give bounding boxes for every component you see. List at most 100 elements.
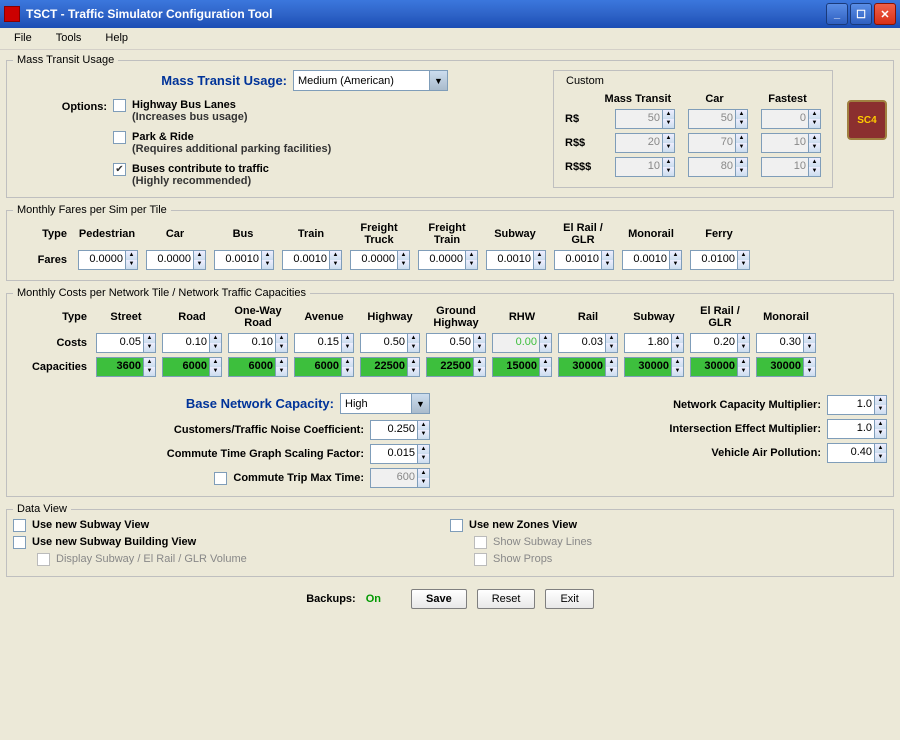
fare-spinner[interactable]: 0.0010▲▼: [622, 250, 682, 270]
fare-spinner[interactable]: 0.0000▲▼: [418, 250, 478, 270]
capacity-spinner[interactable]: 30000▲▼: [690, 357, 750, 377]
fare-spinner[interactable]: 0.0000▲▼: [350, 250, 410, 270]
network-group: Monthly Costs per Network Tile / Network…: [6, 287, 894, 497]
reset-button[interactable]: Reset: [477, 589, 536, 609]
cost-spinner[interactable]: 0.03▲▼: [558, 333, 618, 353]
buses-traffic-label: Buses contribute to traffic: [132, 163, 269, 175]
cost-spinner[interactable]: 0.05▲▼: [96, 333, 156, 353]
data-view-legend: Data View: [13, 503, 71, 515]
fares-col-hdr: Freight Truck: [345, 220, 413, 248]
data-view-group: Data View Use new Subway View Use new Su…: [6, 503, 894, 577]
cost-spinner[interactable]: 0.10▲▼: [228, 333, 288, 353]
fare-spinner[interactable]: 0.0010▲▼: [486, 250, 546, 270]
options-label: Options:: [13, 99, 113, 113]
cost-spinner[interactable]: 0.15▲▼: [294, 333, 354, 353]
menu-tools[interactable]: Tools: [50, 31, 88, 46]
checkbox-show-props: [474, 553, 487, 566]
mass-transit-group: Mass Transit Usage Mass Transit Usage: M…: [6, 54, 894, 198]
custom-r2c2[interactable]: 70▲▼: [688, 133, 748, 153]
menubar: File Tools Help: [0, 28, 900, 50]
cost-spinner[interactable]: 0.30▲▼: [756, 333, 816, 353]
fares-col-hdr: El Rail / GLR: [549, 220, 617, 248]
custom-r3c3[interactable]: 10▲▼: [761, 157, 821, 177]
cost-spinner[interactable]: 1.80▲▼: [624, 333, 684, 353]
mass-transit-label: Mass Transit Usage:: [13, 73, 293, 88]
custom-r3c2[interactable]: 80▲▼: [688, 157, 748, 177]
capacity-spinner[interactable]: 22500▲▼: [426, 357, 486, 377]
backups-label: Backups:: [306, 593, 356, 605]
net-col-hdr: El Rail / GLR: [687, 303, 753, 331]
net-col-hdr: One-Way Road: [225, 303, 291, 331]
int-mult-spinner[interactable]: 1.0▲▼: [827, 419, 887, 439]
trip-max-spinner[interactable]: 600▲▼: [370, 468, 430, 488]
capacity-spinner[interactable]: 30000▲▼: [558, 357, 618, 377]
fares-col-hdr: Bus: [209, 220, 277, 248]
capacity-spinner[interactable]: 30000▲▼: [624, 357, 684, 377]
custom-r3c1[interactable]: 10▲▼: [615, 157, 675, 177]
capacity-spinner[interactable]: 30000▲▼: [756, 357, 816, 377]
mass-transit-select[interactable]: Medium (American) ▼: [293, 70, 448, 91]
custom-group: Custom Mass Transit Car Fastest R$ 50▲▼ …: [553, 70, 833, 188]
custom-r2c1[interactable]: 20▲▼: [615, 133, 675, 153]
pollution-spinner[interactable]: 0.40▲▼: [827, 443, 887, 463]
fares-col-hdr: Train: [277, 220, 345, 248]
capacity-spinner[interactable]: 22500▲▼: [360, 357, 420, 377]
net-col-hdr: Avenue: [291, 303, 357, 331]
fares-col-hdr: Monorail: [617, 220, 685, 248]
fares-group: Monthly Fares per Sim per Tile TypePedes…: [6, 204, 894, 281]
capacity-spinner[interactable]: 6000▲▼: [228, 357, 288, 377]
maximize-button[interactable]: ☐: [850, 3, 872, 25]
fare-spinner[interactable]: 0.0010▲▼: [282, 250, 342, 270]
fare-spinner[interactable]: 0.0000▲▼: [146, 250, 206, 270]
checkbox-trip-max[interactable]: [214, 472, 227, 485]
cost-spinner[interactable]: 0.20▲▼: [690, 333, 750, 353]
sc4-logo-icon: SC4: [847, 100, 887, 140]
fare-spinner[interactable]: 0.0010▲▼: [554, 250, 614, 270]
net-col-hdr: RHW: [489, 303, 555, 331]
net-col-hdr: Ground Highway: [423, 303, 489, 331]
capacity-spinner[interactable]: 6000▲▼: [294, 357, 354, 377]
fare-spinner[interactable]: 0.0000▲▼: [78, 250, 138, 270]
base-cap-select[interactable]: High ▼: [340, 393, 430, 414]
capacity-spinner[interactable]: 6000▲▼: [162, 357, 222, 377]
cost-spinner[interactable]: 0.10▲▼: [162, 333, 222, 353]
mass-transit-legend: Mass Transit Usage: [13, 54, 118, 66]
net-col-hdr: Subway: [621, 303, 687, 331]
net-col-hdr: Monorail: [753, 303, 819, 331]
cap-mult-spinner[interactable]: 1.0▲▼: [827, 395, 887, 415]
backups-value: On: [366, 593, 381, 605]
cost-spinner[interactable]: 0.50▲▼: [360, 333, 420, 353]
fare-spinner[interactable]: 0.0010▲▼: [214, 250, 274, 270]
custom-r1c3[interactable]: 0▲▼: [761, 109, 821, 129]
custom-r1c1[interactable]: 50▲▼: [615, 109, 675, 129]
fares-col-hdr: Subway: [481, 220, 549, 248]
custom-r1c2[interactable]: 50▲▼: [688, 109, 748, 129]
capacity-spinner[interactable]: 3600▲▼: [96, 357, 156, 377]
checkbox-subway-building[interactable]: [13, 536, 26, 549]
cost-spinner[interactable]: 0.50▲▼: [426, 333, 486, 353]
close-button[interactable]: ✕: [874, 3, 896, 25]
commute-spinner[interactable]: 0.015▲▼: [370, 444, 430, 464]
menu-help[interactable]: Help: [99, 31, 134, 46]
fares-legend: Monthly Fares per Sim per Tile: [13, 204, 171, 216]
checkbox-buses-traffic[interactable]: ✔: [113, 163, 126, 176]
net-col-hdr: Rail: [555, 303, 621, 331]
net-col-hdr: Street: [93, 303, 159, 331]
checkbox-show-subway-lines: [474, 536, 487, 549]
menu-file[interactable]: File: [8, 31, 38, 46]
network-legend: Monthly Costs per Network Tile / Network…: [13, 287, 310, 299]
noise-spinner[interactable]: 0.250▲▼: [370, 420, 430, 440]
chevron-down-icon: ▼: [429, 71, 447, 90]
fares-col-hdr: Freight Train: [413, 220, 481, 248]
checkbox-subway-view[interactable]: [13, 519, 26, 532]
minimize-button[interactable]: _: [826, 3, 848, 25]
capacity-spinner[interactable]: 15000▲▼: [492, 357, 552, 377]
checkbox-park-ride[interactable]: [113, 131, 126, 144]
custom-r2c3[interactable]: 10▲▼: [761, 133, 821, 153]
exit-button[interactable]: Exit: [545, 589, 593, 609]
checkbox-zones-view[interactable]: [450, 519, 463, 532]
save-button[interactable]: Save: [411, 589, 467, 609]
checkbox-bus-lanes[interactable]: [113, 99, 126, 112]
cost-spinner[interactable]: 0.00▲▼: [492, 333, 552, 353]
fare-spinner[interactable]: 0.0100▲▼: [690, 250, 750, 270]
